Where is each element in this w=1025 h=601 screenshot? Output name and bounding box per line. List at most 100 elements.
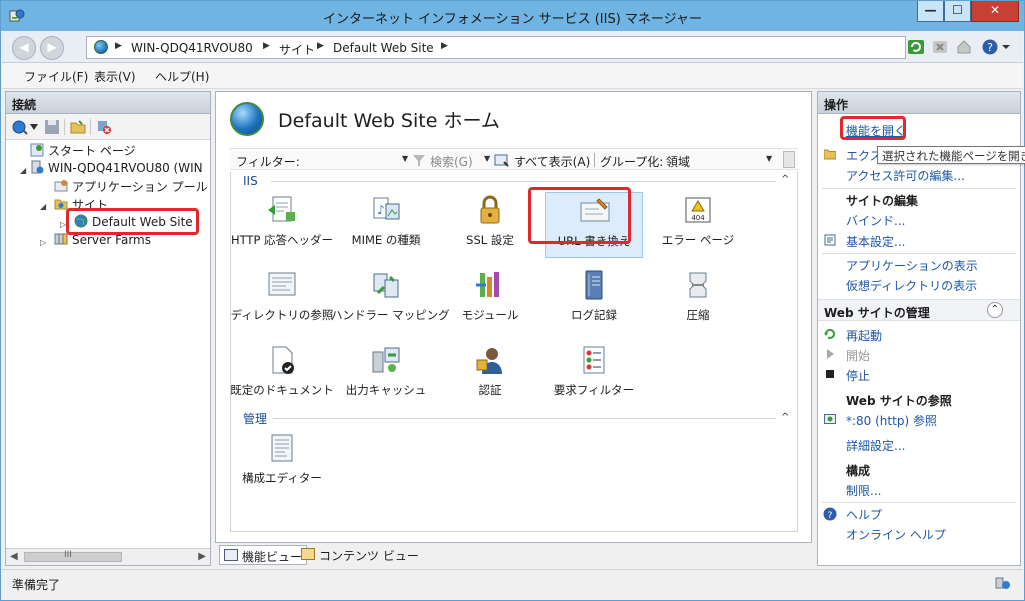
start-link[interactable]: 開始: [846, 347, 870, 364]
basic-settings-link[interactable]: 基本設定...: [846, 233, 905, 250]
folder-icon[interactable]: [70, 119, 86, 135]
feature-label: 出力キャッシュ: [345, 383, 427, 397]
feature-configuration-editor[interactable]: 構成エディター: [233, 430, 331, 496]
limits-link[interactable]: 制限...: [846, 482, 881, 499]
menu-view[interactable]: 表示(V): [94, 68, 136, 85]
browse-port-80-link[interactable]: *:80 (http) 参照: [846, 412, 937, 429]
chevron-down-icon[interactable]: ▼: [402, 154, 408, 163]
section-divider: [822, 502, 1016, 503]
feature-handler-mappings[interactable]: ハンドラー マッピング: [331, 267, 450, 333]
view-options-button[interactable]: [783, 151, 795, 168]
feature-label: ログ記録: [571, 308, 617, 322]
minimize-button[interactable]: —: [917, 1, 944, 22]
menu-bar: ファイル(F) 表示(V) ヘルプ(H): [2, 63, 1023, 89]
tree-expander[interactable]: ◢: [40, 202, 46, 211]
breadcrumb-separator[interactable]: ▶: [263, 41, 270, 51]
feature-compression[interactable]: 圧縮: [649, 267, 747, 333]
tab-content-view[interactable]: コンテンツ ビュー: [297, 545, 423, 565]
save-icon[interactable]: [44, 119, 60, 135]
tree-node-server-farms[interactable]: Server Farms: [54, 232, 151, 250]
tooltip: 選択された機能ページを開きます: [877, 146, 1025, 164]
group-label-iis: IIS: [243, 174, 258, 188]
feature-modules[interactable]: モジュール: [441, 267, 539, 333]
highlight-box: [66, 208, 199, 235]
collapse-section-icon[interactable]: ⌃: [987, 302, 1003, 318]
edit-permissions-link[interactable]: アクセス許可の編集...: [846, 167, 965, 184]
help-link[interactable]: ヘルプ: [846, 506, 882, 523]
collapse-management-icon[interactable]: ^: [781, 412, 789, 423]
chevron-down-icon[interactable]: ▼: [484, 154, 490, 163]
group-by-label: グループ化:: [600, 155, 664, 169]
feature-authentication[interactable]: 認証: [441, 342, 539, 408]
feature-default-document[interactable]: 既定のドキュメント: [230, 342, 334, 408]
tree-expander[interactable]: ▷: [40, 238, 46, 247]
menu-help[interactable]: ヘルプ(H): [155, 68, 209, 85]
chevron-down-icon[interactable]: ▼: [766, 154, 772, 163]
feature-output-caching[interactable]: 出力キャッシュ: [337, 342, 435, 408]
breadcrumb-sites[interactable]: サイト: [279, 41, 315, 58]
close-button[interactable]: ✕: [971, 1, 1019, 22]
tab-features-view[interactable]: 機能ビュー: [219, 545, 308, 565]
scroll-right-icon[interactable]: ▶: [198, 551, 206, 562]
feature-mime-types[interactable]: ♪ MIME の種類: [337, 192, 435, 258]
home-icon[interactable]: [955, 38, 973, 56]
view-applications-link[interactable]: アプリケーションの表示: [846, 257, 978, 274]
horizontal-scrollbar[interactable]: ◀ III ▶: [6, 548, 210, 565]
breadcrumb-server[interactable]: WIN-QDQ41RVOU80: [131, 41, 253, 55]
disconnect-icon[interactable]: [96, 119, 112, 135]
back-button[interactable]: ◀: [12, 36, 36, 60]
configuration-editor-icon: [271, 434, 293, 462]
server-farm-icon: [54, 233, 68, 245]
scroll-thumb[interactable]: [24, 552, 122, 562]
feature-logging[interactable]: ログ記録: [545, 267, 643, 333]
output-caching-icon: [372, 347, 400, 373]
view-virtual-directories-link[interactable]: 仮想ディレクトリの表示: [846, 277, 977, 294]
bindings-link[interactable]: バインド...: [846, 212, 905, 229]
scroll-left-icon[interactable]: ◀: [10, 551, 18, 562]
connections-panel: 接続 スタート ページ ◢ WIN-QDQ41RVOU80 (WIN アプリケー…: [5, 91, 211, 566]
stop-link[interactable]: 停止: [846, 367, 870, 384]
feature-ssl-settings[interactable]: SSL 設定: [441, 192, 539, 258]
feature-directory-browsing[interactable]: ディレクトリの参照: [231, 267, 333, 333]
breadcrumb-separator[interactable]: ▶: [317, 41, 324, 51]
manage-site-heading: Web サイトの管理: [824, 306, 930, 320]
connect-globe-icon[interactable]: [12, 119, 28, 135]
maximize-button[interactable]: ☐: [944, 1, 971, 22]
forward-button[interactable]: ▶: [40, 36, 64, 60]
breadcrumb[interactable]: ▶ WIN-QDQ41RVOU80 ▶ サイト ▶ Default Web Si…: [86, 36, 906, 59]
tree-label-server-farms: Server Farms: [72, 233, 151, 247]
highlight-box: [528, 187, 631, 244]
title-bar[interactable]: インターネット インフォメーション サービス (IIS) マネージャー — ☐ …: [1, 1, 1024, 31]
content-view-icon: [301, 548, 315, 560]
feature-request-filtering[interactable]: 要求フィルター: [545, 342, 643, 408]
feature-label: MIME の種類: [351, 233, 421, 247]
feature-http-response-headers[interactable]: HTTP 応答ヘッダー: [231, 192, 333, 258]
restart-link[interactable]: 再起動: [846, 327, 882, 344]
menu-file[interactable]: ファイル(F): [24, 68, 88, 85]
browse-icon: [824, 414, 836, 424]
tree-node-start-page[interactable]: スタート ページ: [30, 142, 136, 160]
refresh-icon[interactable]: [907, 38, 925, 56]
tree-node-app-pools[interactable]: アプリケーション プール: [54, 178, 208, 196]
page-title: Default Web Site ホーム: [278, 110, 500, 132]
feature-error-pages[interactable]: 404 エラー ページ: [649, 192, 747, 258]
group-divider: [273, 418, 776, 419]
tree-node-server[interactable]: WIN-QDQ41RVOU80 (WIN: [30, 160, 203, 178]
stop-icon[interactable]: [931, 38, 949, 56]
address-tools: ?: [907, 38, 1019, 58]
tree-expander[interactable]: ◢: [20, 166, 26, 175]
breadcrumb-default-web-site[interactable]: Default Web Site: [333, 41, 434, 55]
breadcrumb-separator[interactable]: ▶: [441, 41, 448, 51]
online-help-link[interactable]: オンライン ヘルプ: [846, 526, 946, 543]
search-button[interactable]: 検索(G): [430, 153, 473, 170]
chevron-down-icon[interactable]: [1001, 38, 1011, 56]
help-icon[interactable]: ?: [981, 38, 999, 56]
edit-site-heading: サイトの編集: [846, 194, 919, 208]
show-all-button[interactable]: すべて表示(A): [514, 153, 590, 170]
collapse-iis-icon[interactable]: ^: [781, 174, 789, 185]
group-by-select[interactable]: 領域: [666, 153, 690, 170]
breadcrumb-separator[interactable]: ▶: [115, 41, 122, 51]
chevron-down-icon[interactable]: [30, 124, 38, 130]
filter-input[interactable]: [286, 151, 406, 168]
advanced-settings-link[interactable]: 詳細設定...: [846, 437, 905, 454]
